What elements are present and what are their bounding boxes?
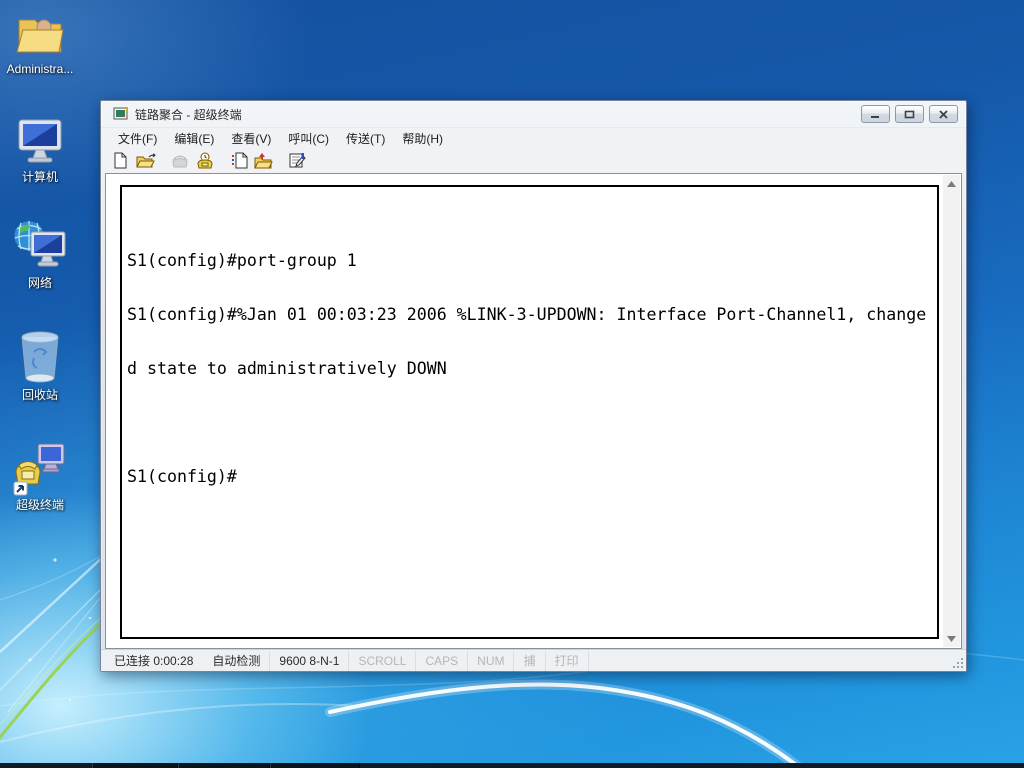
hyperterminal-window: 链路聚合 - 超级终端 文件(F) 编辑(E) 查看(V) 呼叫(C) 传送(T…: [100, 100, 967, 672]
desktop-icon-label: 计算机: [21, 170, 58, 184]
menu-file[interactable]: 文件(F): [111, 128, 164, 149]
menu-call[interactable]: 呼叫(C): [281, 128, 336, 149]
hyperterminal-icon: [13, 443, 65, 496]
receive-file-icon: [254, 153, 273, 169]
properties-icon: [289, 153, 306, 168]
toolbar: [101, 148, 966, 173]
menu-edit[interactable]: 编辑(E): [167, 128, 221, 149]
desktop-icon-label: 超级终端: [15, 498, 64, 512]
taskbar-segment: [92, 763, 178, 768]
terminal-client-area: S1(config)#port-group 1 S1(config)#%Jan …: [105, 173, 962, 649]
menu-bar: 文件(F) 编辑(E) 查看(V) 呼叫(C) 传送(T) 帮助(H): [101, 127, 966, 148]
desktop-icon-recycle-bin[interactable]: 回收站: [3, 328, 77, 402]
network-icon: [13, 220, 66, 267]
desktop-icon-computer[interactable]: 计算机: [3, 112, 77, 184]
new-file-icon: [114, 152, 127, 169]
desktop-icon-network[interactable]: 网络: [3, 216, 77, 290]
call-button[interactable]: [170, 153, 190, 169]
taskbar-edge[interactable]: [0, 763, 1024, 768]
desktop-icon-label: Administra...: [6, 62, 74, 76]
disconnect-button[interactable]: [195, 151, 215, 170]
scroll-up-button[interactable]: [943, 175, 960, 192]
recycle-bin-icon: [21, 331, 59, 383]
desktop-icon-label: 回收站: [21, 388, 58, 402]
close-icon: [939, 109, 948, 119]
scroll-down-icon: [947, 635, 956, 642]
status-print: 打印: [546, 650, 589, 671]
send-file-icon: [232, 152, 248, 169]
status-connected: 已连接 0:00:28: [114, 653, 194, 668]
menu-help[interactable]: 帮助(H): [395, 128, 450, 149]
terminal-line: S1(config)#: [127, 467, 237, 486]
menu-view[interactable]: 查看(V): [224, 128, 278, 149]
open-folder-icon: [136, 153, 156, 167]
status-caps: CAPS: [416, 650, 469, 671]
minimize-icon: [871, 115, 879, 118]
disconnect-icon: [197, 152, 213, 169]
close-button[interactable]: [929, 105, 958, 123]
scroll-up-icon: [947, 180, 956, 187]
receive-button[interactable]: [252, 151, 274, 170]
status-baud: 9600 8-N-1: [270, 650, 350, 671]
desktop-icon-administrator[interactable]: Administra...: [3, 6, 77, 76]
desktop-icon-hyperterminal[interactable]: 超级终端: [3, 438, 77, 512]
resize-grip[interactable]: [951, 656, 964, 669]
terminal-line: S1(config)#%Jan 01 00:03:23 2006 %LINK-3…: [127, 305, 927, 324]
terminal-line: S1(config)#port-group 1: [127, 251, 357, 270]
taskbar-segment: [178, 763, 270, 768]
terminal-screen[interactable]: S1(config)#port-group 1 S1(config)#%Jan …: [120, 185, 939, 639]
open-connection-button[interactable]: [135, 152, 157, 170]
maximize-icon: [904, 110, 915, 118]
window-controls: [861, 105, 958, 123]
menu-transfer[interactable]: 传送(T): [339, 128, 392, 149]
properties-button[interactable]: [287, 151, 307, 170]
scroll-down-button[interactable]: [943, 630, 960, 647]
vertical-scrollbar[interactable]: [943, 175, 960, 647]
desktop: Administra... 计算机 网络 回收站 超级终端 链路聚合 - 超级终…: [0, 0, 1024, 768]
hyperterminal-window-icon[interactable]: [113, 106, 129, 122]
computer-icon: [18, 119, 62, 163]
status-scroll: SCROLL: [349, 650, 417, 671]
send-button[interactable]: [230, 151, 249, 170]
status-num: NUM: [468, 650, 515, 671]
minimize-button[interactable]: [861, 105, 890, 123]
call-icon: [172, 155, 188, 167]
status-bar: 已连接 0:00:28 自动检测 9600 8-N-1 SCROLL CAPS …: [101, 649, 966, 671]
maximize-button[interactable]: [895, 105, 924, 123]
user-folder-icon: [16, 19, 64, 53]
status-autodetect: 自动检测: [203, 650, 271, 671]
desktop-icon-label: 网络: [27, 276, 52, 290]
window-title: 链路聚合 - 超级终端: [135, 107, 242, 122]
status-capture: 捕: [514, 650, 546, 671]
taskbar-segment: [270, 763, 360, 768]
terminal-line: d state to administratively DOWN: [127, 359, 447, 378]
new-connection-button[interactable]: [111, 151, 129, 170]
terminal-output: S1(config)#port-group 1 S1(config)#%Jan …: [122, 187, 937, 526]
title-bar[interactable]: 链路聚合 - 超级终端: [101, 101, 966, 127]
